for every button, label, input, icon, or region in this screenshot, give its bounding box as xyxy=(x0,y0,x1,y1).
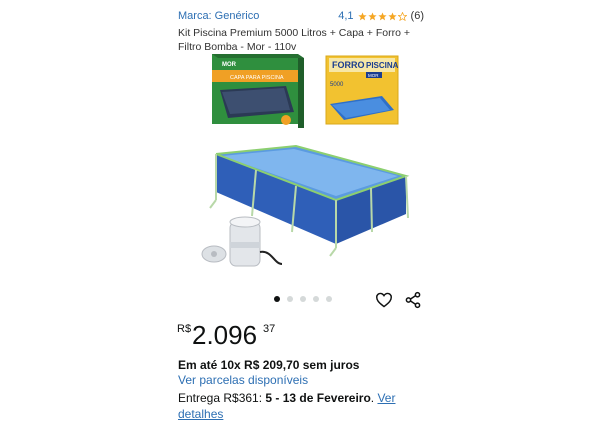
product-image[interactable]: MOR CAPA PARA PISCINA FORRO PISCINA MOR … xyxy=(186,52,422,284)
price-currency: R$ xyxy=(177,323,192,335)
product-title: Kit Piscina Premium 5000 Litros + Capa +… xyxy=(178,27,410,53)
brand-link[interactable]: Marca: Genérico xyxy=(178,10,259,22)
installments-text: Em até 10x R$ 209,70 sem juros xyxy=(178,358,360,372)
gallery-dot[interactable] xyxy=(313,296,319,302)
star-icon xyxy=(357,11,367,20)
delivery-dates: 5 - 13 de Fevereiro xyxy=(265,391,371,405)
delivery-info: Entrega R$361: 5 - 13 de Fevereiro. Ver … xyxy=(178,390,408,422)
cover-box-label: CAPA PARA PISCINA xyxy=(230,75,284,81)
star-icon xyxy=(377,11,387,20)
star-icon xyxy=(367,11,377,20)
gallery-dots[interactable] xyxy=(274,296,332,302)
liner-box-capacity: 5000 xyxy=(330,82,344,88)
rating-count: (6) xyxy=(410,10,424,22)
gallery-dot[interactable] xyxy=(287,296,293,302)
star-icon xyxy=(387,11,397,20)
cover-box-image: MOR CAPA PARA PISCINA xyxy=(212,54,304,128)
liner-box-brand: MOR xyxy=(368,73,379,78)
rating-summary[interactable]: 4,1 (6) xyxy=(338,10,424,22)
liner-box-image: FORRO PISCINA MOR 5000 xyxy=(325,55,399,125)
share-icon xyxy=(405,291,421,309)
price-whole: 2.096 xyxy=(192,320,258,350)
star-empty-icon xyxy=(397,11,407,21)
share-button[interactable] xyxy=(403,290,423,310)
liner-box-title: FORRO xyxy=(332,60,365,70)
product-header: Marca: Genérico 4,1 (6) xyxy=(178,10,424,26)
heart-icon xyxy=(375,292,393,308)
installments-link[interactable]: Ver parcelas disponíveis xyxy=(178,373,308,387)
gallery-dot[interactable] xyxy=(326,296,332,302)
cover-box-brand: MOR xyxy=(222,62,237,68)
gallery-dot[interactable] xyxy=(300,296,306,302)
rating-stars xyxy=(357,11,407,21)
rating-value: 4,1 xyxy=(338,10,354,22)
delivery-prefix: Entrega R$361: xyxy=(178,391,266,405)
price-cents: 37 xyxy=(263,323,276,335)
favorite-button[interactable] xyxy=(374,290,394,310)
filter-pump-image xyxy=(201,216,283,267)
liner-box-title-2: PISCINA xyxy=(366,61,399,70)
gallery-dot-active[interactable] xyxy=(274,296,280,302)
